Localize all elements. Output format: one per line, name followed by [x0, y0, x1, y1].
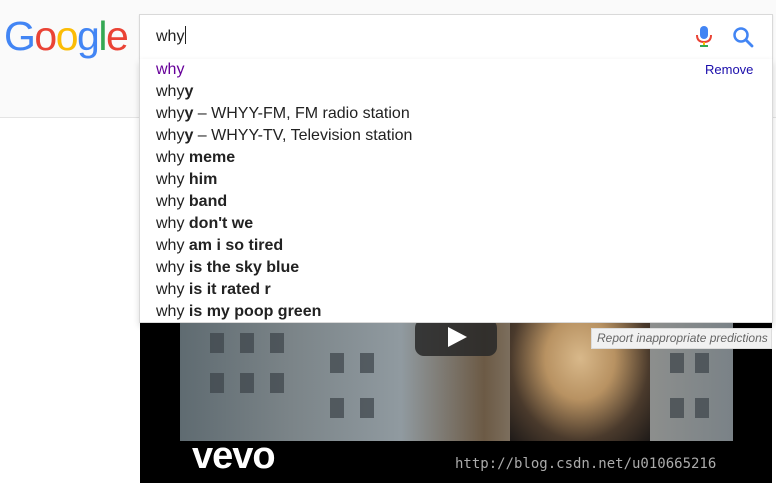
suggestion-item[interactable]: why him — [156, 169, 217, 191]
logo-letter: g — [77, 13, 100, 59]
suggestion-prefix: why — [156, 259, 189, 276]
suggestion-completion: band — [188, 193, 228, 210]
remove-history-link[interactable]: Remove — [705, 62, 753, 78]
suggestion-item[interactable]: whyy – WHYY-TV, Television station — [156, 125, 412, 147]
suggestion-completion: is it rated r — [188, 281, 271, 298]
logo-letter: l — [98, 13, 107, 59]
suggestion-prefix: why — [156, 105, 185, 122]
vevo-logo: vevo — [192, 435, 276, 477]
search-box[interactable] — [139, 14, 773, 59]
suggestion-item[interactable]: whyy – WHYY-FM, FM radio station — [156, 103, 410, 125]
google-logo[interactable]: Google — [4, 13, 129, 59]
suggestion-completion: is the sky blue — [188, 259, 300, 276]
magnifier-icon[interactable] — [732, 26, 754, 48]
suggestion-prefix: why — [156, 83, 185, 100]
suggestion-item[interactable]: why don't we — [156, 213, 253, 235]
suggestion-item[interactable]: why is it rated r — [156, 279, 271, 301]
play-icon — [448, 327, 467, 347]
suggestion-prefix: why — [156, 61, 185, 78]
suggestion-item[interactable]: why — [156, 59, 184, 81]
suggestion-item[interactable]: why am i so tired — [156, 235, 283, 257]
suggestion-completion: don't we — [188, 215, 254, 232]
suggestion-prefix: why — [156, 303, 189, 320]
play-button[interactable] — [415, 323, 497, 356]
suggestion-prefix: why — [156, 215, 189, 232]
report-predictions-link[interactable]: Report inappropriate predictions — [591, 328, 772, 349]
search-input[interactable] — [156, 26, 656, 48]
suggestion-completion: meme — [188, 149, 236, 166]
suggestion-prefix: why — [156, 171, 189, 188]
suggestion-completion: am i so tired — [188, 237, 284, 254]
suggestion-completion: y — [184, 83, 194, 100]
logo-letter: G — [4, 13, 36, 59]
text-cursor — [185, 26, 186, 44]
suggestion-item[interactable]: whyy — [156, 81, 193, 103]
suggestion-prefix: why — [156, 193, 189, 210]
suggestion-item[interactable]: why band — [156, 191, 227, 213]
suggestion-completion: him — [188, 171, 218, 188]
logo-letter: o — [55, 13, 79, 59]
suggestion-description: – WHYY-FM, FM radio station — [193, 105, 410, 122]
suggestion-description: – WHYY-TV, Television station — [193, 127, 413, 144]
suggestion-completion: is my poop green — [188, 303, 322, 320]
suggestion-prefix: why — [156, 149, 189, 166]
microphone-icon[interactable] — [694, 25, 714, 49]
suggestion-item[interactable]: why meme — [156, 147, 235, 169]
suggestion-item[interactable]: why is the sky blue — [156, 257, 299, 279]
suggestion-prefix: why — [156, 127, 185, 144]
suggestion-item[interactable]: why is my poop green — [156, 301, 321, 323]
logo-letter: o — [34, 13, 57, 59]
suggestion-prefix: why — [156, 237, 189, 254]
suggestion-prefix: why — [156, 281, 189, 298]
suggestions-dropdown: Remove why whyy whyy – WHYY-FM, FM radio s… — [139, 59, 773, 323]
watermark-text: http://blog.csdn.net/u010665216 — [455, 456, 717, 472]
logo-letter: e — [105, 13, 129, 59]
